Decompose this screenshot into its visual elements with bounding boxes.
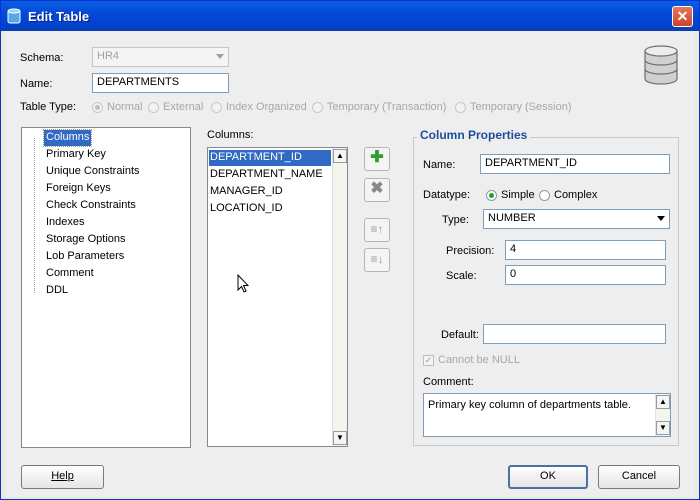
columns-list[interactable]: DEPARTMENT_ID DEPARTMENT_NAME MANAGER_ID…	[207, 147, 348, 447]
column-item-department-name[interactable]: DEPARTMENT_NAME	[209, 167, 331, 183]
precision-input[interactable]: 4	[505, 240, 666, 260]
move-up-button[interactable]: ≡↑	[364, 218, 390, 242]
default-label: Default:	[441, 329, 479, 341]
column-item-manager-id[interactable]: MANAGER_ID	[209, 184, 331, 200]
comment-label: Comment:	[423, 376, 474, 388]
comment-text: Primary key column of departments table.	[428, 399, 631, 411]
datatype-simple-radio[interactable]: Simple	[486, 189, 535, 201]
scroll-down-icon[interactable]: ▼	[656, 421, 670, 435]
tree-item-columns[interactable]: Columns	[42, 129, 93, 147]
tree-item-comment[interactable]: Comment	[44, 266, 96, 282]
help-button[interactable]: Help	[21, 465, 104, 489]
column-name-input[interactable]: DEPARTMENT_ID	[480, 154, 670, 174]
cannot-be-null-checkbox[interactable]: ✓ Cannot be NULL	[423, 354, 520, 366]
table-type-external[interactable]: External	[148, 101, 203, 113]
tree-connector	[34, 138, 36, 293]
tree-item-ddl[interactable]: DDL	[44, 283, 70, 299]
radio-icon	[211, 101, 222, 113]
scroll-up-icon[interactable]: ▲	[656, 395, 670, 409]
radio-icon	[539, 189, 550, 201]
radio-icon	[148, 101, 159, 113]
schema-value: HR4	[97, 50, 120, 62]
tree-item-primary-key[interactable]: Primary Key	[44, 147, 108, 163]
tree-item-lob-parameters[interactable]: Lob Parameters	[44, 249, 126, 265]
table-type-normal[interactable]: Normal	[92, 101, 142, 113]
move-up-icon: ≡↑	[370, 222, 384, 236]
radio-icon	[455, 101, 466, 113]
checkmark-icon: ✓	[423, 354, 434, 366]
database-cylinder-icon	[644, 45, 678, 85]
scroll-down-icon[interactable]: ▼	[333, 431, 347, 445]
table-type-index-organized[interactable]: Index Organized	[211, 101, 307, 113]
tree-item-foreign-keys[interactable]: Foreign Keys	[44, 181, 113, 197]
scale-label: Scale:	[446, 270, 477, 282]
table-type-temporary-transaction[interactable]: Temporary (Transaction)	[312, 101, 446, 113]
edit-table-dialog: Edit Table ✕ Schema: HR4 Name: DEPARTMEN…	[0, 0, 700, 500]
table-type-temporary-session[interactable]: Temporary (Session)	[455, 101, 571, 113]
tree-item-check-constraints[interactable]: Check Constraints	[44, 198, 138, 214]
table-type-label: Table Type:	[20, 101, 77, 113]
comment-textarea[interactable]: Primary key column of departments table.…	[423, 393, 671, 437]
tree-item-unique-constraints[interactable]: Unique Constraints	[44, 164, 142, 180]
column-item-location-id[interactable]: LOCATION_ID	[209, 201, 331, 217]
datatype-complex-radio[interactable]: Complex	[539, 189, 597, 201]
title-bar[interactable]: Edit Table ✕	[1, 1, 699, 31]
radio-icon	[312, 101, 323, 113]
chevron-down-icon	[657, 216, 665, 221]
schema-select: HR4	[92, 47, 229, 67]
type-label: Type:	[442, 214, 469, 226]
add-column-button[interactable]: ✚	[364, 147, 390, 171]
navigation-tree: Columns Primary Key Unique Constraints F…	[21, 127, 191, 448]
table-name-input[interactable]: DEPARTMENTS	[92, 73, 229, 93]
datatype-label: Datatype:	[423, 189, 471, 201]
default-input[interactable]	[483, 324, 666, 344]
radio-selected-icon	[486, 189, 497, 201]
precision-label: Precision:	[446, 245, 495, 257]
dialog-content: Schema: HR4 Name: DEPARTMENTS Table Type…	[5, 31, 695, 497]
move-down-icon: ≡↓	[370, 252, 384, 266]
type-select[interactable]: NUMBER	[483, 209, 670, 229]
scroll-up-icon[interactable]: ▲	[333, 149, 347, 163]
chevron-down-icon	[216, 54, 224, 59]
move-down-button[interactable]: ≡↓	[364, 248, 390, 272]
tree-item-indexes[interactable]: Indexes	[44, 215, 87, 231]
column-properties-title: Column Properties	[417, 128, 531, 142]
type-value: NUMBER	[488, 212, 536, 224]
radio-selected-icon	[92, 101, 103, 113]
name-label: Name:	[20, 78, 53, 90]
comment-scrollbar[interactable]: ▲ ▼	[655, 394, 670, 436]
delete-icon: ✖	[370, 180, 384, 197]
scale-input[interactable]: 0	[505, 265, 666, 285]
database-icon	[7, 8, 21, 24]
cancel-button[interactable]: Cancel	[598, 465, 680, 489]
mouse-cursor-icon	[237, 274, 249, 293]
plus-icon: ✚	[370, 149, 384, 166]
schema-label: Schema:	[20, 52, 64, 64]
tree-item-storage-options[interactable]: Storage Options	[44, 232, 128, 248]
close-button[interactable]: ✕	[672, 6, 693, 27]
columns-scrollbar[interactable]: ▲ ▼	[332, 148, 347, 446]
ok-button[interactable]: OK	[508, 465, 588, 489]
window-title: Edit Table	[28, 9, 90, 24]
remove-column-button[interactable]: ✖	[364, 178, 390, 202]
columns-label: Columns:	[207, 129, 254, 141]
column-name-label: Name:	[423, 159, 456, 171]
column-item-department-id[interactable]: DEPARTMENT_ID	[209, 150, 331, 166]
